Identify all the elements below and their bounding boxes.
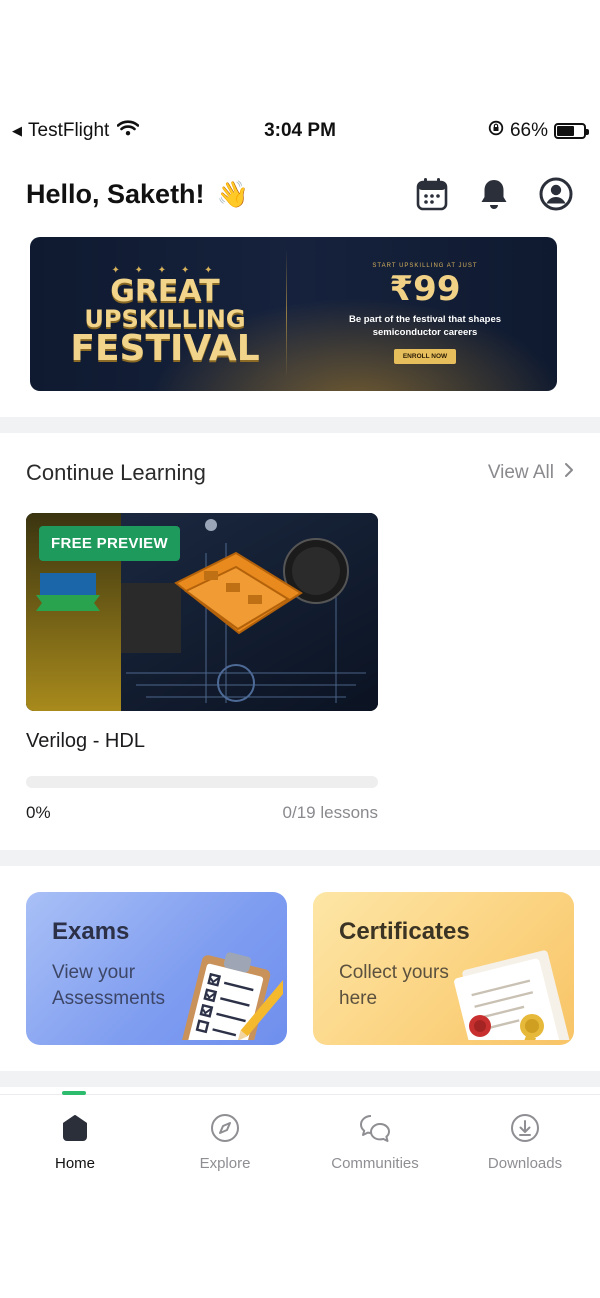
status-right: 66% bbox=[488, 120, 589, 142]
home-icon bbox=[0, 1111, 150, 1145]
nav-communities-label: Communities bbox=[331, 1155, 419, 1172]
banner-subtitle-line2: semiconductor careers bbox=[372, 327, 478, 338]
promo-banner[interactable]: ✦ ✦ ✦ ✦ ✦ GREAT UPSKILLING FESTIVAL STAR… bbox=[30, 237, 557, 391]
section-divider bbox=[0, 417, 600, 433]
exams-subtitle-line1: View your bbox=[52, 962, 136, 983]
active-tab-indicator bbox=[62, 1091, 86, 1095]
section-divider bbox=[0, 850, 600, 866]
chat-bubbles-icon bbox=[300, 1111, 450, 1145]
exams-title: Exams bbox=[52, 918, 130, 945]
exams-subtitle-line2: Assessments bbox=[52, 988, 165, 1009]
view-all-label: View All bbox=[487, 462, 554, 483]
calendar-icon[interactable] bbox=[414, 176, 450, 212]
certificates-subtitle-line2: here bbox=[339, 988, 378, 1009]
greeting-text: Hello, Saketh! bbox=[26, 178, 205, 209]
certificates-card[interactable]: Certificates Collect yours here bbox=[313, 892, 574, 1045]
free-preview-badge: FREE PREVIEW bbox=[39, 526, 180, 561]
clipboard-icon bbox=[163, 940, 287, 1045]
nav-downloads-label: Downloads bbox=[487, 1155, 563, 1172]
battery-icon bbox=[554, 123, 589, 139]
nav-explore[interactable]: Explore bbox=[150, 1111, 300, 1172]
course-progress-bar bbox=[26, 776, 378, 788]
course-card[interactable]: FREE PREVIEW bbox=[26, 513, 378, 711]
chevron-right-icon bbox=[564, 462, 574, 484]
status-bar: ◀ TestFlight 3:04 PM 66% bbox=[0, 116, 600, 148]
nav-downloads[interactable]: Downloads bbox=[450, 1111, 600, 1172]
nav-communities[interactable]: Communities bbox=[300, 1111, 450, 1172]
wave-emoji: 👋 bbox=[216, 178, 249, 209]
view-all-link[interactable]: View All bbox=[488, 462, 574, 484]
home-header: Hello, Saketh! 👋 bbox=[26, 172, 574, 216]
exams-card[interactable]: Exams View your Assessments bbox=[26, 892, 287, 1045]
progress-percent: 0% bbox=[26, 803, 51, 822]
section-divider bbox=[0, 1071, 600, 1087]
nav-home[interactable]: Home bbox=[0, 1111, 150, 1172]
banner-title-line1: GREAT bbox=[110, 274, 220, 309]
profile-icon[interactable] bbox=[538, 176, 574, 212]
banner-subtitle-line1: Be part of the festival that shapes bbox=[348, 314, 502, 325]
banner-price: ₹99 bbox=[389, 269, 461, 309]
bell-icon[interactable] bbox=[476, 176, 512, 212]
download-icon bbox=[450, 1111, 600, 1145]
banner-title-line3: FESTIVAL bbox=[70, 328, 260, 369]
banner-title-block: ✦ ✦ ✦ ✦ ✦ GREAT UPSKILLING FESTIVAL bbox=[70, 265, 260, 367]
orientation-lock-icon bbox=[488, 120, 504, 142]
section-title: Continue Learning bbox=[26, 460, 206, 485]
banner-divider bbox=[286, 249, 287, 379]
certificates-subtitle-line1: Collect yours bbox=[339, 962, 449, 983]
continue-learning-header: Continue Learning View All bbox=[26, 458, 574, 488]
battery-percent: 66% bbox=[509, 120, 548, 141]
bottom-navigation: Home Explore Communities Downloads bbox=[0, 1091, 600, 1184]
lessons-count: 0/19 lessons bbox=[282, 803, 378, 822]
enroll-now-button[interactable]: ENROLL NOW bbox=[393, 349, 457, 364]
compass-icon bbox=[150, 1111, 300, 1145]
banner-offer: START UPSKILLING AT JUST ₹99 Be part of … bbox=[310, 263, 540, 364]
nav-explore-label: Explore bbox=[199, 1155, 251, 1172]
nav-home-label: Home bbox=[54, 1155, 95, 1172]
certificate-icon bbox=[440, 940, 571, 1045]
course-title: Verilog - HDL bbox=[26, 730, 145, 752]
greeting: Hello, Saketh! 👋 bbox=[26, 179, 249, 210]
